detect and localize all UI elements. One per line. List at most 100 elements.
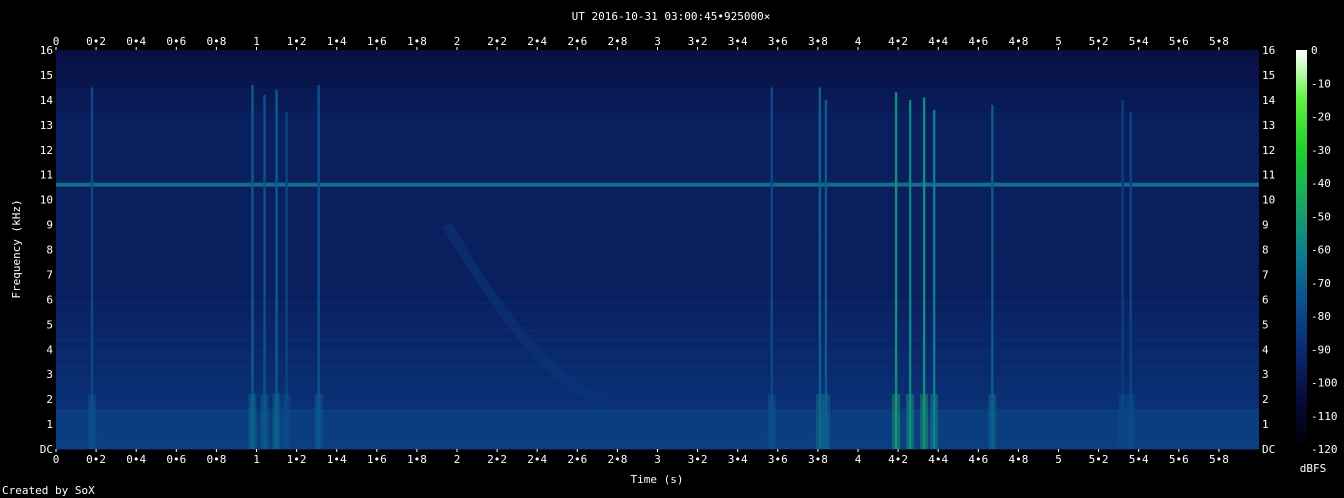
low-frequency-band: [56, 409, 1259, 449]
x-tick-label: 4•6: [968, 453, 988, 466]
colorbar-label: dBFS: [1300, 462, 1327, 475]
noise-band: [56, 162, 1259, 176]
y-tick-label: 5: [1262, 318, 1269, 331]
y-tick-label: 4: [46, 343, 53, 356]
noise-band: [56, 336, 1259, 350]
x-tick-label: 4•2: [888, 453, 908, 466]
x-tick-label: 4: [855, 453, 862, 466]
y-tick-label: 5: [46, 318, 53, 331]
x-tick-label: 0•6: [166, 453, 186, 466]
x-axis-top: 0 0•2 0•4 0•6 0•8 1 1•2 1•4 1•6 1•8 2 2•2 2•4 2•6 2•8 3…: [53, 35, 1229, 50]
x-axis-label: Time (s): [631, 473, 684, 486]
noise-band: [56, 137, 1259, 151]
harmonic-line: [56, 302, 1259, 304]
impulse-glow: [314, 394, 323, 449]
colorbar-tick-label: -20: [1311, 111, 1331, 124]
spectrogram-chart: UT 2016-10-31 03:00:45•925000× 0 0•2 0•4 0•…: [10, 10, 1338, 486]
y-tick-label: 16: [1262, 44, 1275, 57]
colorbar-ticks: 0 -10 -20 -30 -40 -50 -60 -70 -80 -90 -100 -110 -120: [1311, 44, 1338, 456]
y-tick-label: 6: [1262, 293, 1269, 306]
noise-band: [56, 361, 1259, 375]
x-tick-label: 0•6: [166, 35, 186, 48]
noise-band: [56, 349, 1259, 363]
x-tick-label: 0•8: [206, 453, 226, 466]
x-tick-label: 5: [1055, 35, 1062, 48]
tone-line: [56, 182, 1259, 187]
impulse-glow: [88, 394, 97, 449]
x-tick-label: 5•8: [1209, 453, 1229, 466]
y-tick-label: 15: [1262, 69, 1275, 82]
x-tick-label: 4: [855, 35, 862, 48]
x-tick-label: 5•6: [1169, 453, 1189, 466]
x-tick-label: 5•6: [1169, 35, 1189, 48]
x-tick-label: 0: [53, 453, 60, 466]
noise-band: [56, 286, 1259, 300]
x-tick-label: 2•2: [487, 35, 507, 48]
harmonic-line: [56, 366, 1259, 368]
x-tick-label: 4•8: [1008, 453, 1028, 466]
x-tick-label: 1•4: [327, 35, 347, 48]
colorbar-tick-label: -50: [1311, 210, 1331, 223]
x-tick-label: 3•8: [808, 453, 828, 466]
noise-band: [56, 187, 1259, 201]
x-tick-label: 4•2: [888, 35, 908, 48]
impulse-glow: [1126, 394, 1135, 449]
y-tick-label: 13: [1262, 119, 1275, 132]
x-axis-bottom: 0 0•2 0•4 0•6 0•8 1 1•2 1•4 1•6 1•8 2 2•2 2•4 2•6 2•8 3…: [53, 449, 1229, 466]
x-tick-label: 5•4: [1129, 453, 1149, 466]
x-tick-label: 5•2: [1089, 35, 1109, 48]
harmonic-line: [56, 348, 1259, 350]
y-tick-label: 2: [1262, 393, 1269, 406]
impulse-glow: [892, 394, 901, 449]
colorbar-tick-label: -40: [1311, 177, 1331, 190]
y-tick-label: 8: [1262, 244, 1269, 257]
impulse-glow: [260, 394, 269, 449]
y-tick-label: 8: [46, 244, 53, 257]
y-axis-left: DC12345678910111213141516: [40, 44, 54, 456]
impulse-glow: [248, 394, 257, 449]
x-tick-label: 1•8: [407, 453, 427, 466]
y-tick-label: 14: [40, 94, 54, 107]
colorbar-tick-label: -30: [1311, 144, 1331, 157]
noise-band: [56, 237, 1259, 250]
credit-text: Created by SoX: [2, 484, 95, 497]
x-tick-label: 2•8: [607, 35, 627, 48]
noise-band: [56, 224, 1259, 238]
noise-band: [56, 212, 1259, 226]
impulse-glow: [920, 394, 929, 449]
noise-band: [56, 249, 1259, 263]
harmonic-line: [56, 385, 1259, 387]
noise-band: [56, 311, 1259, 325]
noise-band: [56, 199, 1259, 213]
y-tick-label: 15: [40, 69, 53, 82]
x-tick-label: 3•4: [728, 453, 748, 466]
x-tick-label: 3: [654, 35, 661, 48]
y-tick-label: 9: [46, 219, 53, 232]
x-tick-label: 5: [1055, 453, 1062, 466]
impulse-glow: [988, 394, 997, 449]
impulse-glow: [906, 394, 915, 449]
y-tick-label: 12: [40, 144, 53, 157]
colorbar-tick-label: -90: [1311, 343, 1331, 356]
x-tick-label: 1•8: [407, 35, 427, 48]
harmonic-line: [56, 394, 1259, 396]
y-tick-label: 14: [1262, 94, 1276, 107]
x-tick-label: 5•2: [1089, 453, 1109, 466]
x-tick-label: 2•6: [567, 35, 587, 48]
noise-band: [56, 124, 1259, 138]
colorbar-gradient: [1296, 50, 1307, 449]
x-tick-label: 3: [654, 453, 661, 466]
y-tick-label: 4: [1262, 343, 1269, 356]
y-tick-label: 13: [40, 119, 53, 132]
y-axis-right: DC12345678910111213141516: [1262, 44, 1276, 456]
x-tick-label: 1: [253, 35, 260, 48]
x-tick-label: 5•8: [1209, 35, 1229, 48]
x-tick-label: 3•8: [808, 35, 828, 48]
y-axis-label: Frequency (kHz): [10, 199, 23, 298]
harmonic-line: [56, 339, 1259, 341]
y-tick-label: 3: [46, 368, 53, 381]
x-tick-label: 0•2: [86, 35, 106, 48]
y-tick-label: 10: [1262, 194, 1275, 207]
y-tick-label: 3: [1262, 368, 1269, 381]
x-tick-label: 0•4: [126, 35, 146, 48]
